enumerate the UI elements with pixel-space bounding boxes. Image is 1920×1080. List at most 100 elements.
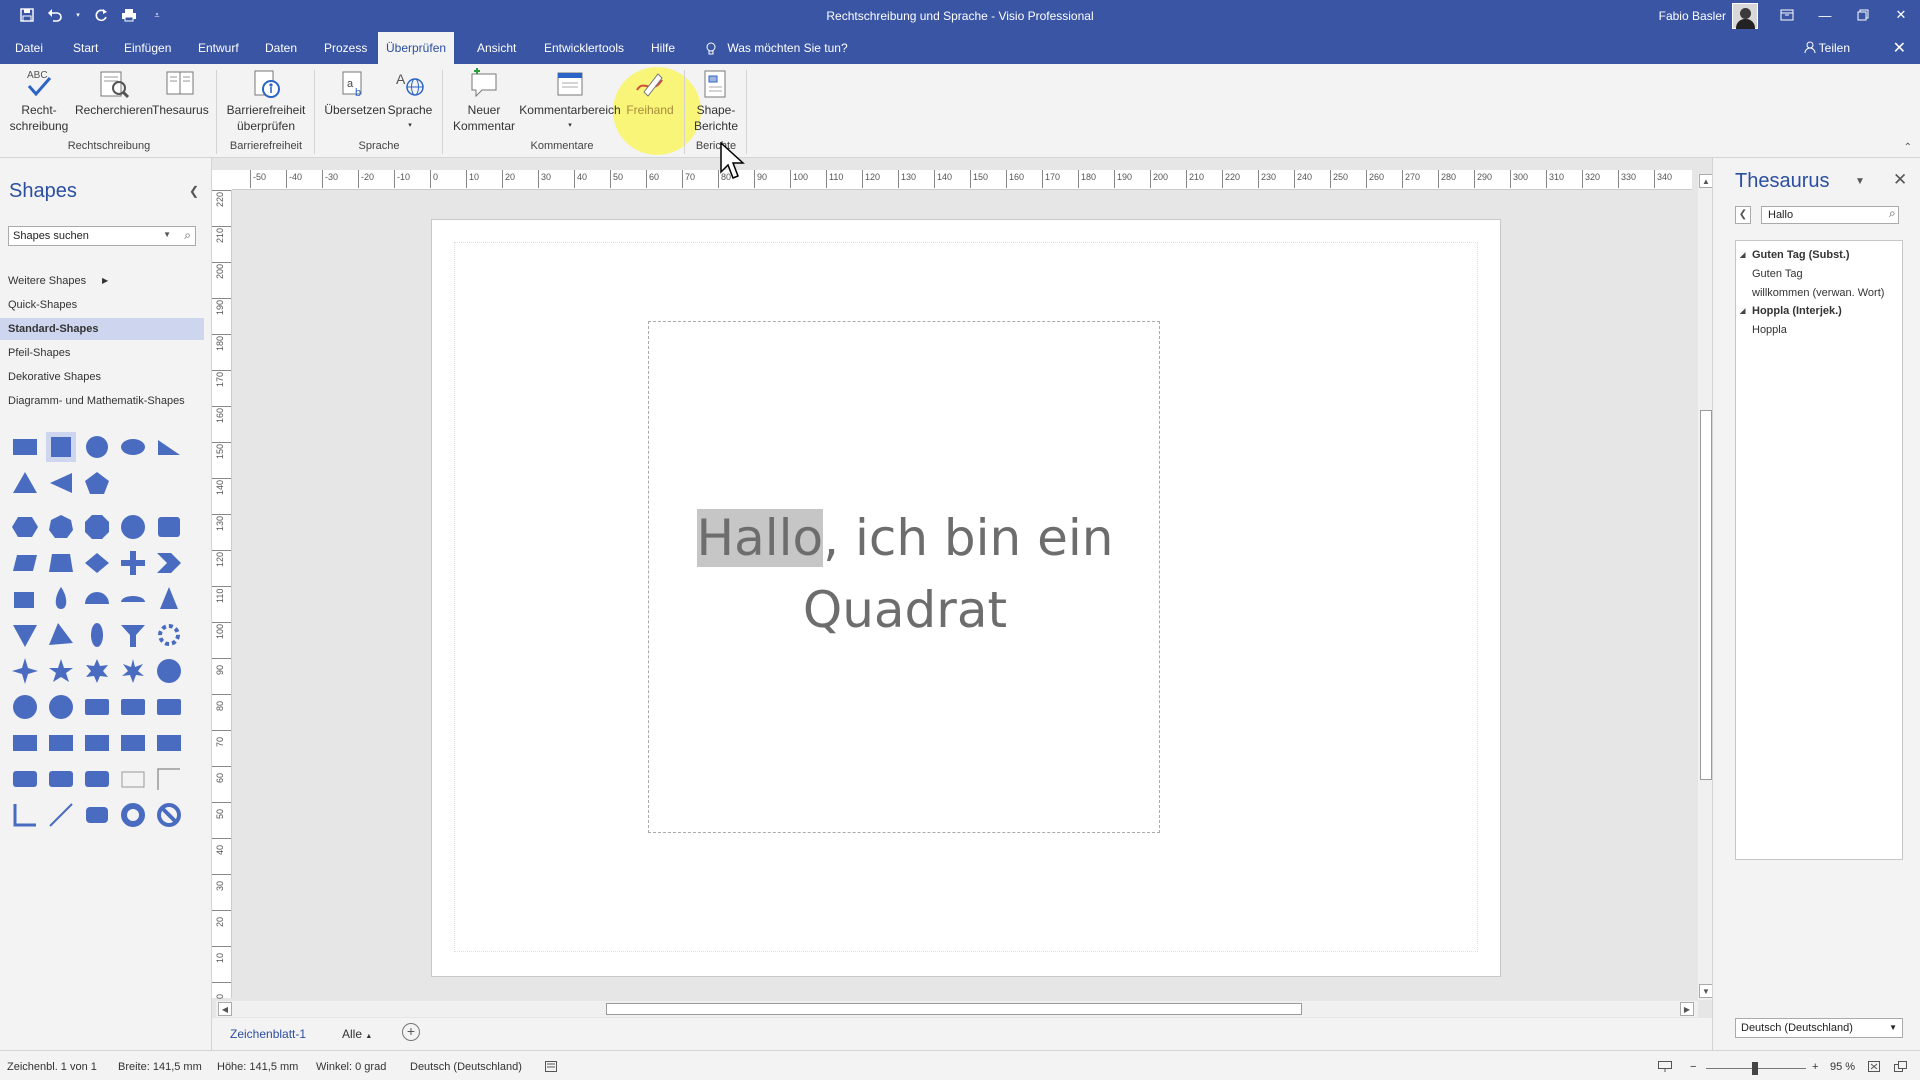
stencil-decorative-shapes[interactable]: Dekorative Shapes (0, 366, 204, 388)
presentation-mode-icon[interactable] (1658, 1061, 1672, 1075)
shape-circle-icon[interactable] (82, 432, 112, 462)
freehand-button[interactable]: Freihand (622, 68, 678, 118)
zoom-slider-knob[interactable] (1752, 1062, 1758, 1075)
drawing-page[interactable]: Hallo, ich bin ein Quadrat (432, 220, 1500, 976)
stencil-quick-shapes[interactable]: Quick-Shapes (0, 294, 204, 316)
close-window-icon[interactable]: ✕ (1886, 4, 1916, 26)
shape-corner-icon[interactable] (154, 764, 184, 794)
shape-trapezoid-icon[interactable] (46, 548, 76, 578)
shape-inverted-cone-icon[interactable] (10, 620, 40, 650)
shape-triangle-icon[interactable] (10, 468, 40, 498)
collapse-ribbon-icon[interactable]: ⌃ (1904, 142, 1912, 153)
shape-flat-half-icon[interactable] (118, 584, 148, 614)
comment-pane-button[interactable]: Kommentarbereich ▾ (518, 68, 622, 134)
shape-reports-button[interactable]: Shape- Berichte (688, 68, 744, 134)
shape-parallelogram-icon[interactable] (10, 548, 40, 578)
collapse-pane-icon[interactable]: ❮ (189, 184, 199, 198)
shape-rounded-rect-3-icon[interactable] (154, 692, 184, 722)
shape-round-rect-4-icon[interactable] (10, 764, 40, 794)
tab-start[interactable]: Start (65, 32, 106, 64)
vertical-ruler[interactable]: 220 210 200 190 180 170 160 150 140 130 120 110 100 9… (212, 190, 232, 999)
zoom-level[interactable]: 95 % (1830, 1061, 1855, 1073)
close-icon[interactable]: ✕ (1893, 38, 1906, 58)
horizontal-ruler[interactable]: -50 -40 -30 -20 -10 0 10 20 30 40 50 60 70 80 90 100 110… (232, 170, 1692, 190)
translate-button[interactable]: ab Übersetzen (324, 68, 386, 118)
research-button[interactable]: Recherchieren (74, 68, 154, 118)
shape-16-point-star-icon[interactable] (10, 692, 40, 722)
language-button[interactable]: A Sprache ▾ (386, 68, 434, 134)
share-button[interactable]: Teilen (1804, 41, 1850, 55)
shape-7-point-star-icon[interactable] (118, 656, 148, 686)
shape-snip-rect-5-icon[interactable] (154, 728, 184, 758)
search-icon[interactable]: ⌕ (184, 228, 191, 243)
collapse-triangle-icon[interactable]: ◢ (1740, 251, 1745, 259)
shape-text[interactable]: Hallo, ich bin ein Quadrat (649, 502, 1161, 646)
thesaurus-language-select[interactable]: Deutsch (Deutschland) ▼ (1735, 1018, 1903, 1038)
stencil-chart-math-shapes[interactable]: Diagramm- und Mathematik-Shapes (0, 390, 204, 412)
user-name[interactable]: Fabio Basler (1659, 9, 1726, 23)
tab-prozess[interactable]: Prozess (316, 32, 375, 64)
scroll-up-icon[interactable]: ▲ (1699, 174, 1713, 188)
shape-donut-icon[interactable] (118, 800, 148, 830)
shape-snip-rect-2-icon[interactable] (46, 728, 76, 758)
shape-5-point-star-icon[interactable] (46, 656, 76, 686)
chevron-down-icon[interactable]: ▼ (163, 230, 171, 239)
shape-leaf-icon[interactable] (82, 620, 112, 650)
stencil-more-shapes[interactable]: Weitere Shapes ▶ (0, 270, 204, 292)
tab-einfuegen[interactable]: Einfügen (116, 32, 179, 64)
thesaurus-result-group[interactable]: ◢ Guten Tag (Subst.) (1736, 249, 1850, 261)
tab-ueberpruefen[interactable]: Überprüfen (378, 32, 455, 64)
shape-cube-icon[interactable] (10, 584, 40, 614)
tab-daten[interactable]: Daten (257, 32, 305, 64)
shape-l-shape-icon[interactable] (10, 800, 40, 830)
thesaurus-result-group[interactable]: ◢ Hoppla (Interjek.) (1736, 305, 1842, 317)
tell-me-box[interactable]: Was möchten Sie tun? (698, 32, 856, 64)
thesaurus-result[interactable]: Guten Tag (1752, 268, 1803, 280)
pane-options-icon[interactable]: ▼ (1855, 176, 1865, 187)
tab-entwurf[interactable]: Entwurf (190, 32, 247, 64)
thesaurus-button[interactable]: Thesaurus (152, 68, 209, 118)
search-icon[interactable]: ⌕ (1889, 206, 1896, 221)
shape-pentagon-icon[interactable] (82, 468, 112, 498)
shape-frame-icon[interactable] (118, 764, 148, 794)
all-sheets-button[interactable]: Alle ▲ (342, 1027, 372, 1041)
shape-right-triangle-icon[interactable] (154, 432, 184, 462)
scroll-down-icon[interactable]: ▼ (1699, 984, 1713, 998)
stencil-arrow-shapes[interactable]: Pfeil-Shapes (0, 342, 204, 364)
shape-snip-rect-4-icon[interactable] (118, 728, 148, 758)
shape-rounded-rect-1-icon[interactable] (82, 692, 112, 722)
close-icon[interactable]: ✕ (1893, 170, 1907, 190)
shape-funnel-icon[interactable] (118, 620, 148, 650)
shape-rectangle-icon[interactable] (10, 432, 40, 462)
new-comment-button[interactable]: Neuer Kommentar (448, 68, 520, 134)
status-page[interactable]: Zeichenbl. 1 von 1 (7, 1061, 97, 1073)
shape-rounded-rect-2-icon[interactable] (118, 692, 148, 722)
shape-no-symbol-icon[interactable] (154, 800, 184, 830)
shape-diagonal-line-icon[interactable] (46, 800, 76, 830)
square-shape[interactable]: Hallo, ich bin ein Quadrat (648, 321, 1160, 833)
shape-snip-rect-1-icon[interactable] (10, 728, 40, 758)
shape-cone-icon[interactable] (154, 584, 184, 614)
horizontal-scroll-thumb[interactable] (606, 1003, 1302, 1015)
scroll-right-icon[interactable]: ▶ (1680, 1002, 1694, 1016)
stencil-standard-shapes[interactable]: Standard-Shapes (0, 318, 204, 340)
horizontal-scrollbar[interactable]: ◀ ▶ (216, 1001, 1698, 1017)
shape-square-icon[interactable] (46, 432, 76, 462)
tab-ansicht[interactable]: Ansicht (469, 32, 524, 64)
fit-page-icon[interactable] (1868, 1061, 1880, 1075)
shape-chevron-icon[interactable] (154, 548, 184, 578)
collapse-triangle-icon[interactable]: ◢ (1740, 307, 1745, 315)
tab-hilfe[interactable]: Hilfe (643, 32, 683, 64)
shape-hexagon-icon[interactable] (10, 512, 40, 542)
shape-heptagon-icon[interactable] (46, 512, 76, 542)
macro-record-icon[interactable] (545, 1061, 557, 1075)
shape-24-point-star-icon[interactable] (46, 692, 76, 722)
drawing-canvas[interactable]: Hallo, ich bin ein Quadrat (232, 190, 1692, 998)
shape-6-point-star-icon[interactable] (82, 656, 112, 686)
shape-diamond-icon[interactable] (82, 548, 112, 578)
switch-windows-icon[interactable] (1894, 1061, 1907, 1075)
shape-seal-icon[interactable] (154, 656, 184, 686)
shape-snip-rect-3-icon[interactable] (82, 728, 112, 758)
shape-ellipse-icon[interactable] (118, 432, 148, 462)
avatar[interactable] (1732, 3, 1758, 29)
